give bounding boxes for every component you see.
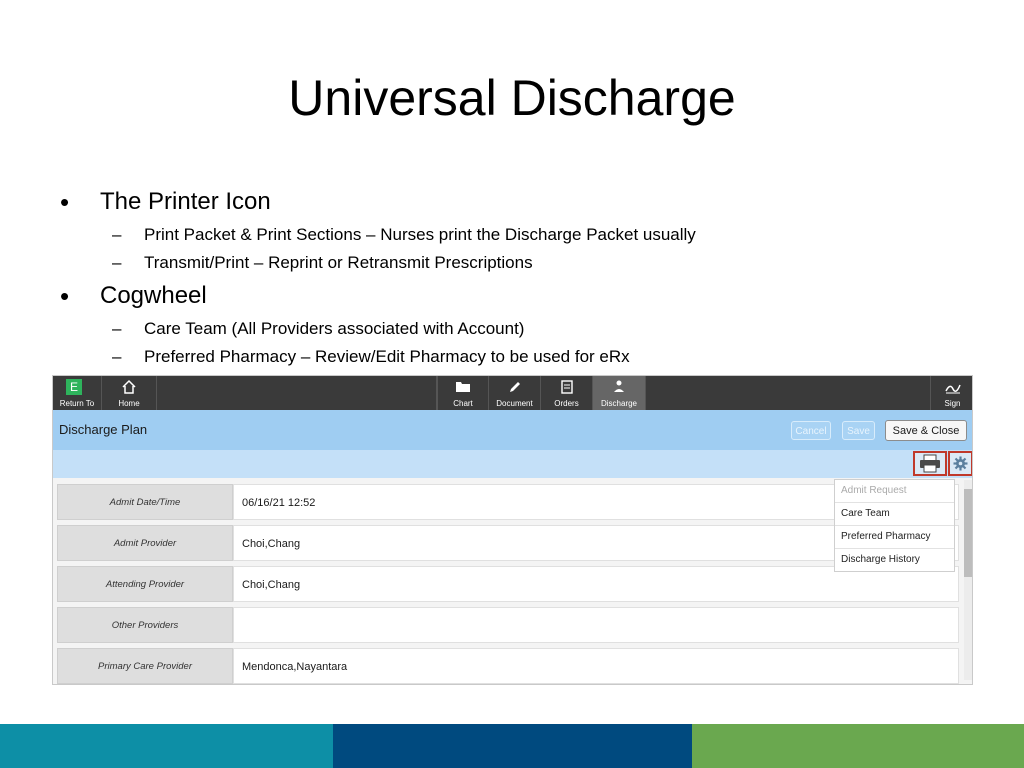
document-label: Document [496, 399, 533, 408]
field-label: Admit Date/Time [57, 484, 233, 520]
sign-icon [931, 379, 972, 400]
home-label: Home [118, 399, 140, 408]
discharge-label: Discharge [600, 399, 637, 408]
orders-button[interactable]: Orders [541, 376, 593, 410]
folder-icon [438, 379, 488, 398]
cancel-button[interactable]: Cancel [791, 421, 831, 440]
return-to-button[interactable]: E Return To [53, 376, 102, 410]
chart-label: Chart [453, 399, 473, 408]
gear-dropdown-menu: Admit Request Care Team Preferred Pharma… [834, 479, 955, 572]
return-badge: E [66, 379, 82, 395]
menu-item-discharge-history[interactable]: Discharge History [835, 549, 954, 571]
sign-button[interactable]: Sign [930, 376, 972, 410]
header-bar: Discharge Plan Cancel Save Save & Close [53, 410, 972, 450]
field-label: Other Providers [57, 607, 233, 643]
footer-stripe-navy [333, 724, 692, 768]
table-row: Admit Date/Time 06/16/21 12:52 [57, 484, 959, 525]
discharge-screenshot: E Return To Home Chart Document Orders D… [52, 375, 973, 685]
menu-item-care-team[interactable]: Care Team [835, 503, 954, 526]
field-label: Attending Provider [57, 566, 233, 602]
home-icon [102, 379, 156, 400]
bullet-text: The Printer Icon [100, 188, 271, 215]
sub-bullet: – Print Packet & Print Sections – Nurses… [60, 223, 960, 251]
footer-stripe-green [692, 724, 1024, 768]
chart-button[interactable]: Chart [437, 376, 489, 410]
sub-bullet: – Preferred Pharmacy – Review/Edit Pharm… [60, 345, 960, 373]
bullet-cogwheel: • Cogwheel [60, 279, 960, 317]
sign-label: Sign [944, 399, 961, 408]
gear-button[interactable] [948, 451, 972, 476]
orders-icon [541, 379, 592, 400]
toolbar: E Return To Home Chart Document Orders D… [53, 376, 972, 410]
menu-item-admit-request: Admit Request [835, 480, 954, 503]
field-label: Primary Care Provider [57, 648, 233, 684]
home-button[interactable]: Home [102, 376, 157, 410]
table-row: Admit Provider Choi,Chang [57, 525, 959, 566]
dash: – [112, 347, 122, 366]
sub-bullet: – Transmit/Print – Reprint or Retransmit… [60, 251, 960, 279]
menu-item-preferred-pharmacy[interactable]: Preferred Pharmacy [835, 526, 954, 549]
orders-label: Orders [554, 399, 579, 408]
sub-bullet-text: Transmit/Print – Reprint or Retransmit P… [144, 253, 533, 272]
dash: – [112, 225, 122, 244]
field-value[interactable]: Mendonca,Nayantara [233, 648, 959, 684]
printer-icon [920, 454, 940, 473]
dash: – [112, 253, 122, 272]
sub-bullet: – Care Team (All Providers associated wi… [60, 317, 960, 345]
field-label: Admit Provider [57, 525, 233, 561]
footer-stripe-teal [0, 724, 333, 768]
table-row: Attending Provider Choi,Chang [57, 566, 959, 607]
dash: – [112, 319, 122, 338]
document-button[interactable]: Document [489, 376, 541, 410]
sub-bullet-text: Print Packet & Print Sections – Nurses p… [144, 225, 696, 244]
bullet-text: Cogwheel [100, 282, 207, 309]
bullet-list: • The Printer Icon – Print Packet & Prin… [60, 185, 960, 373]
discharge-button[interactable]: Discharge [593, 376, 646, 410]
action-bar [53, 450, 972, 478]
save-close-button[interactable]: Save & Close [885, 420, 967, 441]
bullet-printer-icon: • The Printer Icon [60, 185, 960, 223]
slide-title: Universal Discharge [288, 70, 736, 126]
sub-bullet-text: Care Team (All Providers associated with… [144, 319, 525, 338]
toolbar-spacer [157, 376, 437, 410]
field-value[interactable] [233, 607, 959, 643]
table-row: Primary Care Provider Mendonca,Nayantara [57, 648, 959, 684]
bullet-dot: • [60, 281, 70, 311]
bullet-dot: • [60, 187, 70, 217]
discharge-icon [593, 379, 645, 400]
gear-icon [953, 456, 968, 471]
table-row: Other Providers [57, 607, 959, 648]
sub-bullet-text: Preferred Pharmacy – Review/Edit Pharmac… [144, 347, 630, 366]
pencil-icon [489, 379, 540, 400]
scrollbar-thumb[interactable] [964, 489, 972, 577]
save-button[interactable]: Save [842, 421, 875, 440]
page-title: Discharge Plan [59, 422, 148, 437]
printer-button[interactable] [913, 451, 947, 476]
return-to-label: Return To [59, 399, 95, 408]
discharge-fields: Admit Date/Time 06/16/21 12:52 Admit Pro… [57, 484, 959, 684]
